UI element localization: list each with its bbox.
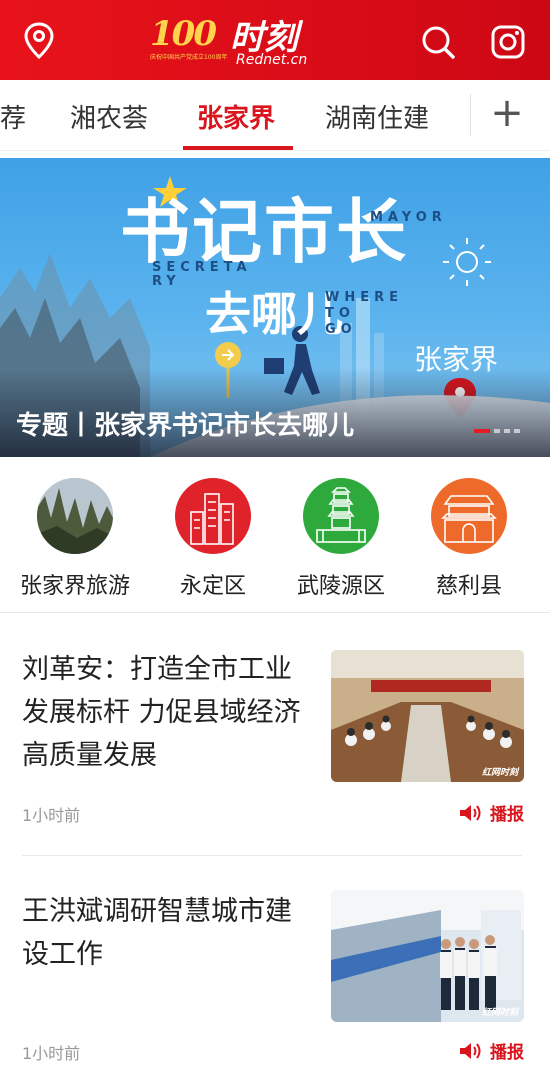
gate-tower-icon: [431, 478, 507, 554]
poster-en-secretary-2: RY: [152, 274, 181, 289]
poster-en-where-2: TO: [325, 306, 355, 321]
news-thumbnail[interactable]: 红网时刻: [331, 890, 524, 1022]
play-audio-button[interactable]: 播报: [458, 1038, 524, 1066]
shortcut-label: 张家界旅游: [19, 574, 130, 599]
logo-badge: 100: [150, 14, 217, 54]
news-title[interactable]: 王洪斌调研智慧城市建设工作: [22, 890, 307, 976]
thumbnail-watermark: 红网时刻: [481, 768, 518, 778]
poster-en-where-3: GO: [325, 322, 357, 337]
carousel-dot: [514, 428, 520, 433]
speaker-icon: [458, 1041, 484, 1066]
shortcut-label: 武陵源区: [296, 574, 385, 599]
shortcut-wulingyuan[interactable]: 武陵源区: [276, 478, 406, 600]
thumbnail-watermark: 红网时刻: [481, 1008, 518, 1018]
speaker-icon: [458, 803, 484, 828]
camera-icon[interactable]: [490, 24, 526, 64]
channel-tabs: 荐 湘农荟 张家界 湖南住建 +: [0, 80, 550, 151]
tab-hunan-zhujian[interactable]: 湖南住建: [325, 98, 429, 135]
active-tab-indicator: [183, 146, 293, 150]
shortcut-cili[interactable]: 慈利县: [404, 478, 534, 600]
location-pin-icon[interactable]: [22, 22, 56, 64]
logo-badge-caption: 庆祝中国共产党成立100周年: [150, 54, 228, 61]
logo-url: Rednet.cn: [236, 52, 308, 68]
app-logo: 100 庆祝中国共产党成立100周年 时刻 Rednet.cn: [150, 10, 400, 72]
play-label: 播报: [490, 1043, 524, 1063]
news-time: 1小时前: [22, 1044, 81, 1063]
mountain-photo-icon: [37, 478, 113, 554]
news-divider: [22, 855, 522, 856]
buildings-icon: [175, 478, 251, 554]
carousel-dot: [494, 428, 500, 433]
app-header: 100 庆祝中国共产党成立100周年 时刻 Rednet.cn: [0, 0, 550, 80]
region-shortcuts: 张家界旅游 永定区 武陵源区 慈利县: [0, 470, 550, 610]
carousel-dot-active: [474, 428, 490, 433]
tab-recommend[interactable]: 荐: [0, 98, 26, 135]
tab-divider: [470, 94, 471, 136]
shortcut-yongding[interactable]: 永定区: [148, 478, 278, 600]
news-thumbnail[interactable]: 红网时刻: [331, 650, 524, 782]
tab-xiangnonghui[interactable]: 湘农荟: [70, 98, 148, 135]
poster-en-mayor: MAYOR: [370, 210, 447, 225]
section-divider: [0, 612, 550, 613]
topic-banner[interactable]: 书记市长 去哪儿 MAYOR SECRETA RY WHERE TO GO 张家…: [0, 158, 550, 457]
play-audio-button[interactable]: 播报: [458, 800, 524, 828]
shortcut-zhangjiajie-tourism[interactable]: 张家界旅游: [10, 478, 140, 600]
search-icon[interactable]: [420, 24, 456, 64]
poster-en-where-1: WHERE: [325, 290, 403, 305]
carousel-dot: [504, 428, 510, 433]
poster-en-secretary-1: SECRETA: [152, 260, 252, 275]
tab-fade: [440, 80, 470, 150]
play-label: 播报: [490, 805, 524, 825]
poster-title-line2: 去哪儿: [205, 287, 343, 341]
pagoda-icon: [303, 478, 379, 554]
shortcut-label: 永定区: [179, 574, 246, 599]
news-title[interactable]: 刘革安：打造全市工业发展标杆 力促县域经济高质量发展: [22, 648, 307, 777]
tab-zhangjiajie[interactable]: 张家界: [197, 98, 275, 135]
banner-caption: 专题丨张家界书记市长去哪儿: [16, 411, 355, 441]
add-channel-button[interactable]: +: [484, 88, 530, 138]
carousel-indicator: [470, 420, 520, 439]
news-time: 1小时前: [22, 806, 81, 825]
shortcut-label: 慈利县: [435, 574, 502, 599]
